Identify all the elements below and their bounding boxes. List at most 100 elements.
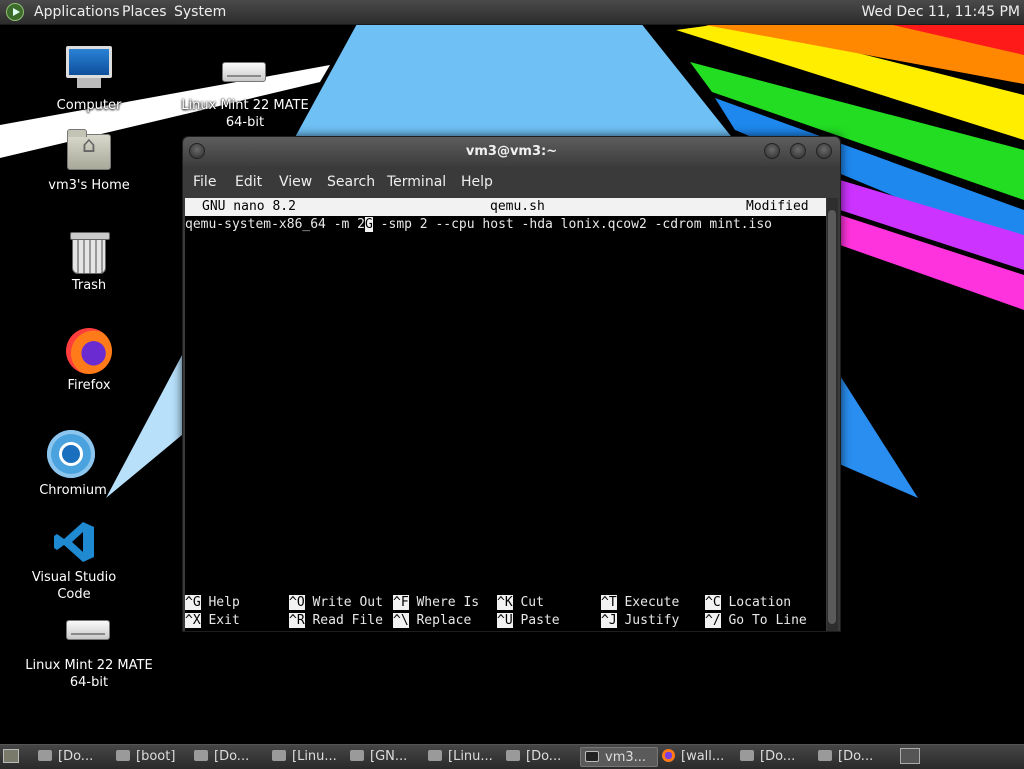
desktop-icon-firefox[interactable]: Firefox <box>44 326 134 394</box>
shortcut-read-file[interactable]: ^R Read File <box>289 612 383 630</box>
window-titlebar[interactable]: vm3@vm3:~ <box>183 137 840 167</box>
menu-help[interactable]: Help <box>461 173 493 191</box>
desktop-icon-label: Chromium <box>39 483 107 498</box>
desktop-icon-label: Linux Mint 22 MATE <box>181 98 309 113</box>
shortcut-go-to-line[interactable]: ^/ Go To Line <box>705 612 807 630</box>
desktop-icon-trash[interactable]: Trash <box>44 230 134 294</box>
taskbar-item[interactable]: [Linu... <box>268 747 346 767</box>
shortcut-key: ^\ <box>393 613 409 628</box>
nano-modified-status: Modified <box>746 199 809 214</box>
desktop-icon-linux-mint-drive-2[interactable]: Linux Mint 22 MATE 64-bit <box>24 616 154 692</box>
drive-icon <box>66 620 110 640</box>
terminal-content[interactable]: GNU nano 8.2 qemu.sh Modified qemu-syste… <box>185 198 826 631</box>
taskbar-item[interactable]: [Do... <box>814 747 892 767</box>
taskbar-item-label: vm3... <box>605 750 647 765</box>
shortcut-label: Where Is <box>416 595 480 610</box>
shortcut-key: ^R <box>289 613 305 628</box>
desktop-icon-chromium[interactable]: Chromium <box>28 430 118 498</box>
mint-menu-icon[interactable] <box>6 3 24 21</box>
image-icon <box>350 750 364 761</box>
terminal-scrollbar[interactable] <box>827 198 838 631</box>
menu-file[interactable]: File <box>193 173 216 191</box>
bottom-panel: [Do... [boot] [Do... [Linu... [GN... [Li… <box>0 744 1024 769</box>
shortcut-help[interactable]: ^G Help <box>185 594 240 612</box>
shortcut-label: Cut <box>520 595 544 610</box>
shortcut-label: Exit <box>208 613 240 628</box>
text-before-cursor: qemu-system-x86_64 -m 2 <box>185 217 366 232</box>
window-menu-icon[interactable] <box>189 143 205 159</box>
clock[interactable]: Wed Dec 11, 11:45 PM <box>861 3 1020 21</box>
taskbar-item-label: [Linu... <box>292 749 337 764</box>
shortcut-key: ^/ <box>705 613 721 628</box>
editor-line-1[interactable]: qemu-system-x86_64 -m 2G -smp 2 --cpu ho… <box>185 216 772 234</box>
shortcut-key: ^T <box>601 595 617 610</box>
firefox-icon <box>662 749 675 762</box>
desktop-icon-label: vm3's Home <box>48 178 130 193</box>
shortcut-execute[interactable]: ^T Execute <box>601 594 679 612</box>
system-menu[interactable]: System <box>174 3 226 21</box>
taskbar-item[interactable]: [GN... <box>346 747 424 767</box>
menu-terminal[interactable]: Terminal <box>387 173 446 191</box>
shortcut-paste[interactable]: ^U Paste <box>497 612 560 630</box>
desktop-icon-linux-mint-drive[interactable]: Linux Mint 22 MATE 64-bit <box>180 60 310 132</box>
computer-icon <box>66 46 112 78</box>
shortcut-justify[interactable]: ^J Justify <box>601 612 679 630</box>
terminal-window: vm3@vm3:~ File Edit View Search Terminal… <box>182 136 841 632</box>
shortcut-key: ^F <box>393 595 409 610</box>
taskbar-item[interactable]: [boot] <box>112 747 190 767</box>
desktop-icon-label: Linux Mint 22 MATE <box>25 658 153 673</box>
taskbar-item[interactable]: [Linu... <box>424 747 502 767</box>
shortcut-label: Replace <box>416 613 472 628</box>
shortcut-cut[interactable]: ^K Cut <box>497 594 544 612</box>
menu-search[interactable]: Search <box>327 173 375 191</box>
shortcut-location[interactable]: ^C Location <box>705 594 791 612</box>
text-after-cursor: -smp 2 --cpu host -hda lonix.qcow2 -cdro… <box>372 217 773 232</box>
shortcut-key: ^U <box>497 613 513 628</box>
taskbar-item-label: [Do... <box>760 749 796 764</box>
taskbar-item-active-terminal[interactable]: vm3... <box>580 747 658 767</box>
taskbar-item[interactable]: [wall... <box>658 747 736 767</box>
shortcut-key: ^K <box>497 595 513 610</box>
firefox-icon <box>66 328 112 374</box>
shortcut-label: Go To Line <box>728 613 807 628</box>
applications-menu[interactable]: Applications <box>34 3 120 21</box>
terminal-menubar: File Edit View Search Terminal Help <box>183 167 840 197</box>
desktop-icon-label: Computer <box>56 98 122 113</box>
taskbar-item-label: [Linu... <box>448 749 493 764</box>
desktop-icon-vscode[interactable]: Visual Studio Code <box>14 520 134 602</box>
shortcut-replace[interactable]: ^\ Replace <box>393 612 471 630</box>
folder-icon <box>506 750 520 761</box>
maximize-button[interactable] <box>790 143 806 159</box>
close-button[interactable] <box>816 143 832 159</box>
menu-edit[interactable]: Edit <box>235 173 262 191</box>
shortcut-write-out[interactable]: ^O Write Out <box>289 594 383 612</box>
taskbar-item[interactable]: [Do... <box>190 747 268 767</box>
minimize-button[interactable] <box>764 143 780 159</box>
home-folder-icon <box>67 129 111 170</box>
taskbar-item-label: [Do... <box>214 749 250 764</box>
desktop-icon-label: Trash <box>71 278 107 293</box>
shortcut-exit[interactable]: ^X Exit <box>185 612 240 630</box>
workspace-switcher[interactable] <box>900 748 920 764</box>
taskbar-item[interactable]: [Do... <box>34 747 112 767</box>
desktop-icon-computer[interactable]: Computer <box>44 46 134 116</box>
shortcut-label: Execute <box>624 595 680 610</box>
show-desktop-button[interactable] <box>3 749 19 763</box>
desktop-icon-home[interactable]: vm3's Home <box>34 129 144 194</box>
taskbar-item-label: [Do... <box>58 749 94 764</box>
vscode-icon <box>54 522 94 562</box>
taskbar-item[interactable]: [Do... <box>502 747 580 767</box>
taskbar-item-label: [GN... <box>370 749 408 764</box>
nano-version: GNU nano 8.2 <box>202 199 296 214</box>
menu-view[interactable]: View <box>279 173 312 191</box>
places-menu[interactable]: Places <box>122 3 167 21</box>
shortcut-label: Location <box>728 595 792 610</box>
shortcut-label: Help <box>208 595 240 610</box>
trash-icon <box>70 232 110 274</box>
computer-stand <box>77 78 101 88</box>
nano-filename: qemu.sh <box>490 199 545 214</box>
shortcut-where-is[interactable]: ^F Where Is <box>393 594 479 612</box>
top-panel: Applications Places System Wed Dec 11, 1… <box>0 0 1024 25</box>
scrollbar-thumb[interactable] <box>828 210 836 624</box>
taskbar-item[interactable]: [Do... <box>736 747 814 767</box>
